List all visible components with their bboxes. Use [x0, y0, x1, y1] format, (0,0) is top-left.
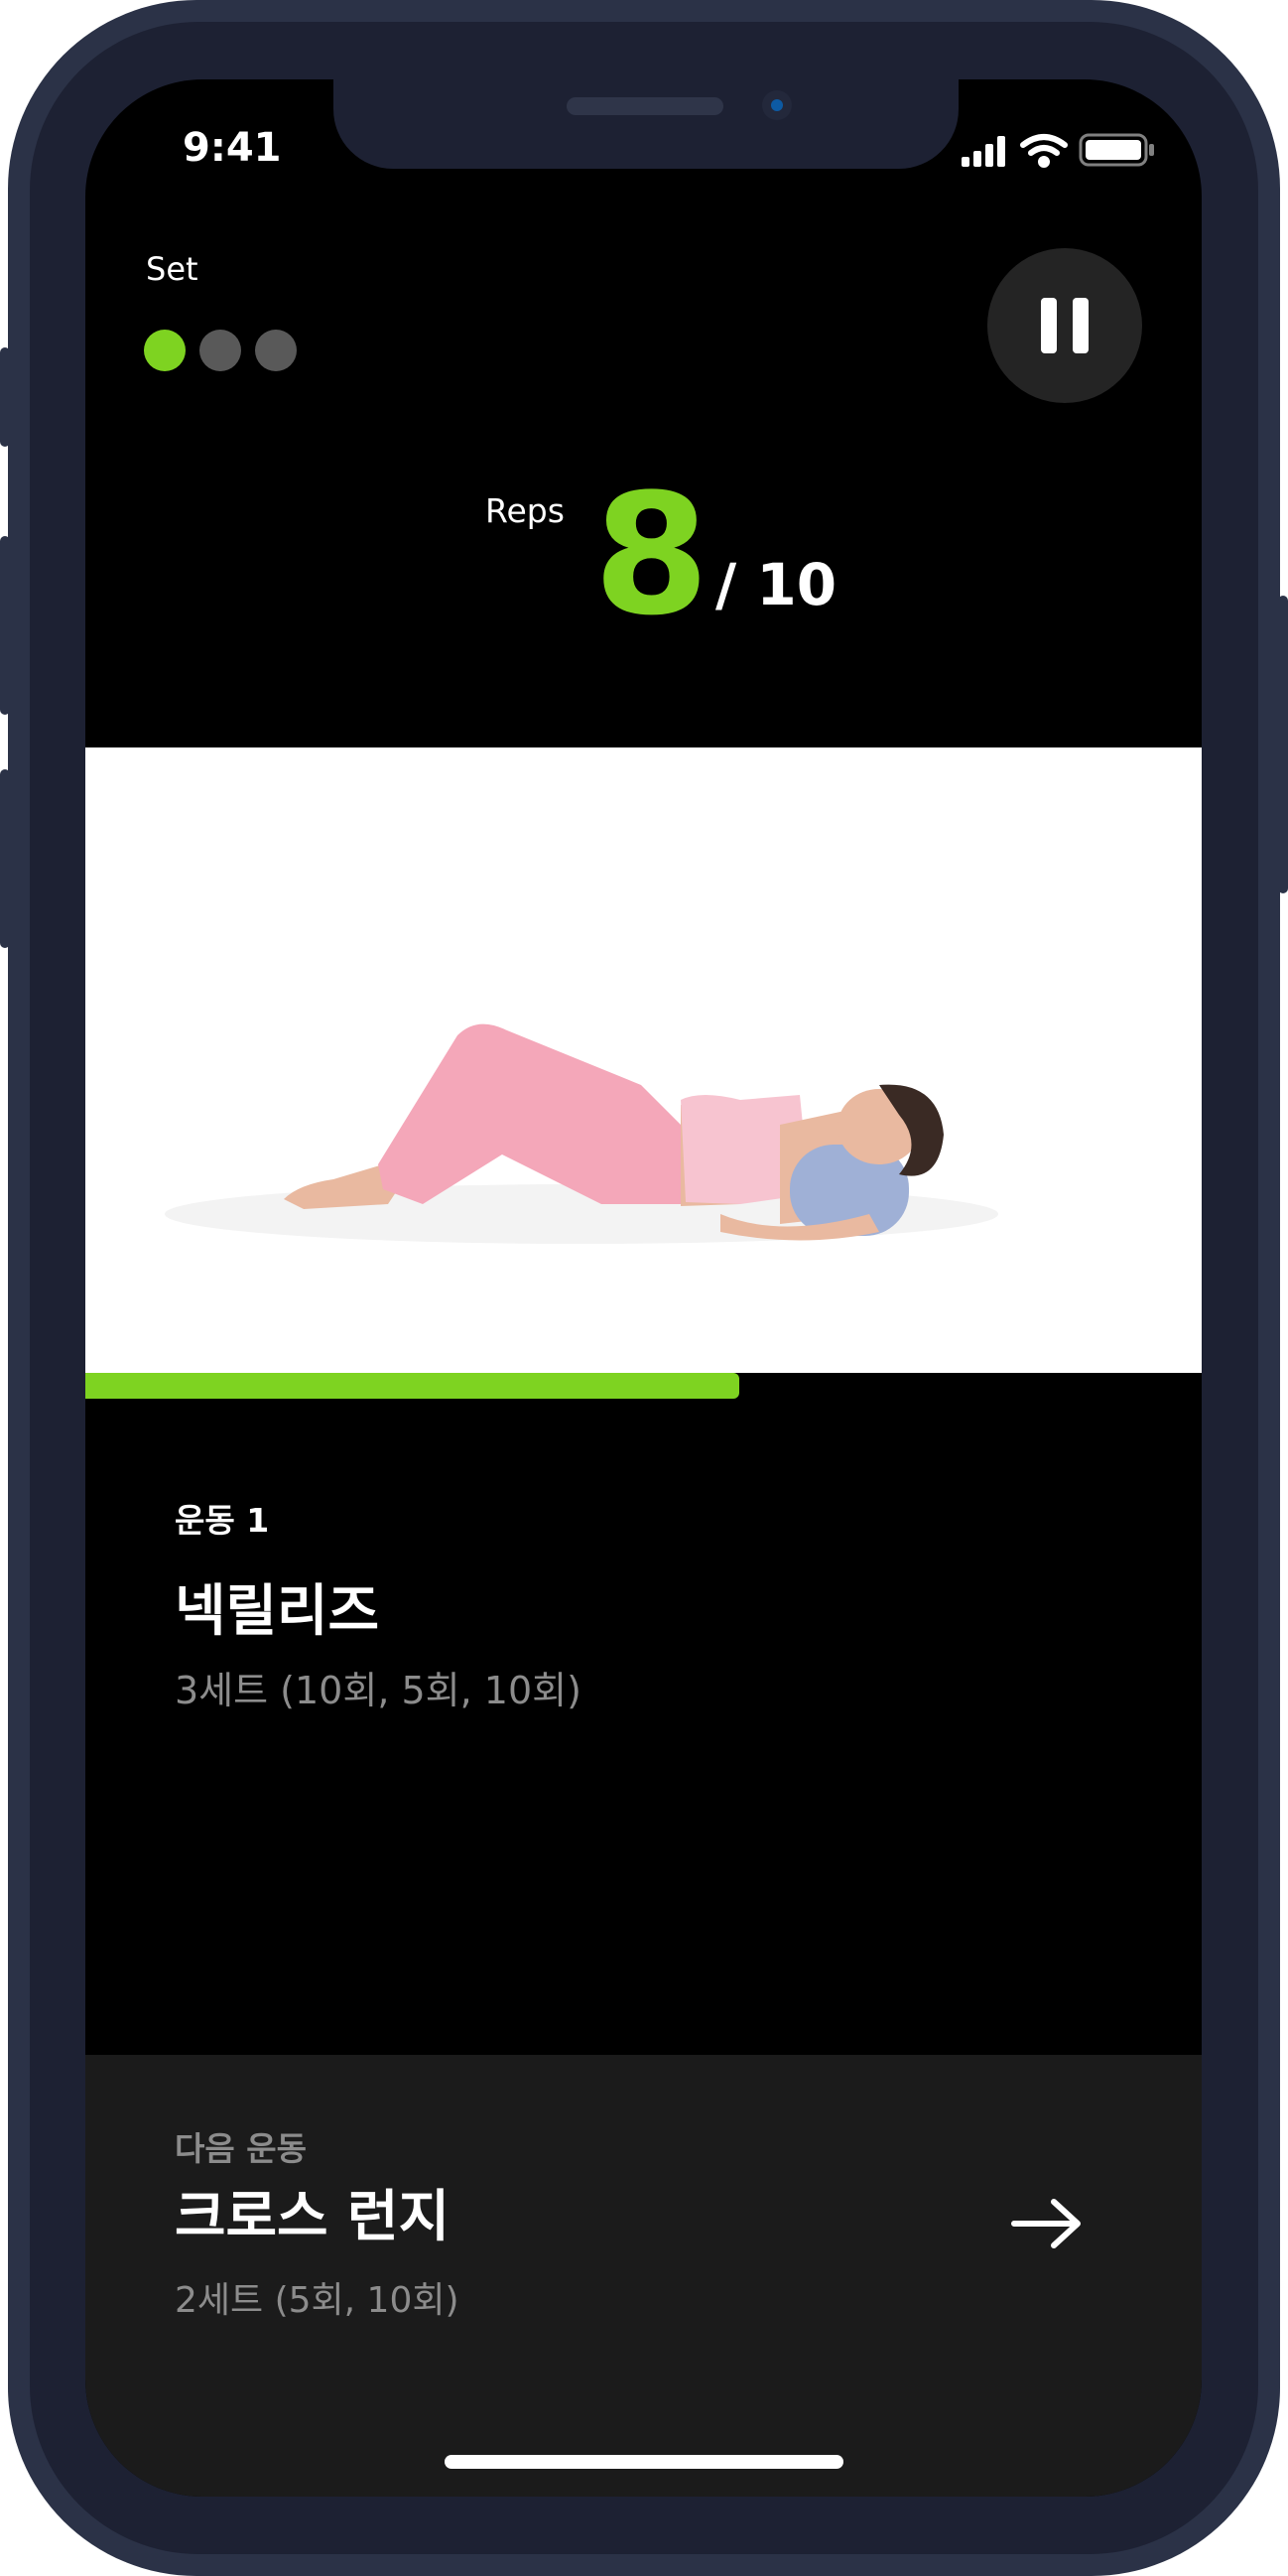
reps-label: Reps — [485, 491, 565, 530]
exercise-name: 넥릴리즈 — [175, 1579, 380, 1644]
home-indicator[interactable] — [445, 2455, 843, 2469]
next-exercise-panel[interactable]: 다음 운동 크로스 런지 2세트 (5회, 10회) — [85, 2055, 1202, 2497]
next-exercise-sets-detail: 2세트 (5회, 10회) — [175, 2280, 459, 2321]
signal-icon — [962, 136, 1005, 167]
exercise-illustration — [165, 1023, 998, 1244]
status-icons — [962, 133, 1154, 168]
speaker-grille — [567, 97, 723, 115]
arrow-right-icon[interactable] — [1008, 2194, 1088, 2253]
set-dot-2 — [199, 330, 241, 371]
app-screen: 9:41 Set Reps 8 / 10 운동 1 넥릴리즈 3세트 (10회,… — [85, 79, 1202, 2497]
exercise-video[interactable] — [85, 747, 1202, 1373]
reps-current: 8 — [593, 458, 709, 652]
next-exercise-name: 크로스 런지 — [175, 2185, 451, 2249]
notch — [333, 79, 959, 169]
exercise-progress-bar — [85, 1373, 1202, 1399]
wifi-icon — [1020, 134, 1068, 168]
exercise-index: 운동 1 — [175, 1501, 270, 1540]
next-exercise-label: 다음 운동 — [175, 2129, 307, 2168]
pause-button[interactable] — [987, 248, 1142, 403]
set-dot-3 — [255, 330, 297, 371]
set-indicator — [144, 330, 297, 371]
power-button — [1278, 596, 1288, 893]
reps-total: / 10 — [715, 551, 837, 618]
battery-icon — [1079, 133, 1154, 167]
volume-up-button — [0, 536, 10, 715]
status-time: 9:41 — [183, 125, 282, 171]
exercise-sets-detail: 3세트 (10회, 5회, 10회) — [175, 1669, 581, 1712]
exercise-progress-fill — [85, 1373, 740, 1399]
front-camera — [762, 90, 792, 120]
volume-down-button — [0, 769, 10, 948]
mute-switch — [0, 347, 10, 447]
set-label: Set — [146, 250, 198, 288]
set-dot-1 — [144, 330, 186, 371]
